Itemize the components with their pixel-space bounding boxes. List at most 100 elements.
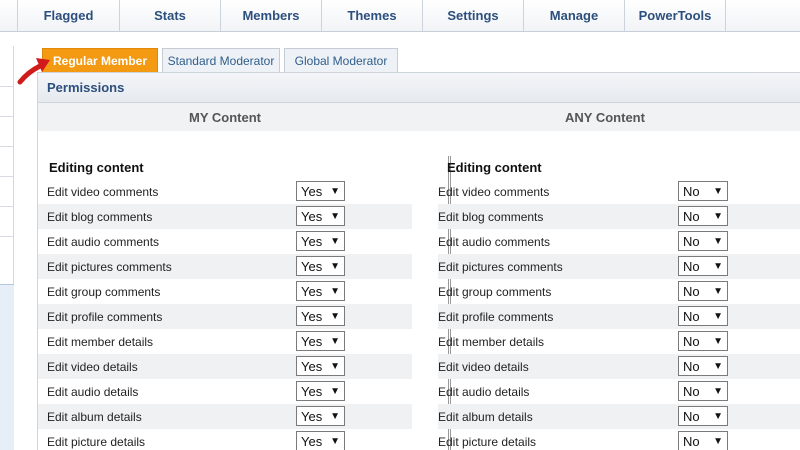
any-permission-row: Edit audio comments No ▼ <box>438 229 800 254</box>
chevron-down-icon: ▼ <box>713 261 723 272</box>
top-navigation: Flagged Stats Members Themes Settings Ma… <box>0 0 800 32</box>
nav-stats[interactable]: Stats <box>120 0 221 31</box>
my-permission-select[interactable]: Yes ▼ <box>296 231 345 251</box>
chevron-down-icon: ▼ <box>330 236 340 247</box>
my-permission-select[interactable]: Yes ▼ <box>296 306 345 326</box>
any-permission-row: Edit video details No ▼ <box>438 354 800 379</box>
select-value: Yes <box>301 433 323 449</box>
any-permission-row: Edit blog comments No ▼ <box>438 204 800 229</box>
permission-label: Edit audio comments <box>438 234 551 249</box>
permission-label: Edit blog comments <box>47 209 153 224</box>
chevron-down-icon: ▼ <box>713 286 723 297</box>
my-content-title: MY Content <box>189 109 261 125</box>
select-value: Yes <box>301 233 323 249</box>
permission-label: Edit video comments <box>438 184 550 199</box>
my-permission-row: Edit member details Yes ▼ <box>38 329 412 354</box>
any-permission-select[interactable]: No ▼ <box>678 281 728 301</box>
permission-label: Edit album details <box>438 409 533 424</box>
chevron-down-icon: ▼ <box>713 311 723 322</box>
select-value: Yes <box>301 308 323 324</box>
chevron-down-icon: ▼ <box>330 361 340 372</box>
permission-label: Edit group comments <box>47 284 161 299</box>
my-permission-row: Edit picture details Yes ▼ <box>38 429 412 450</box>
chevron-down-icon: ▼ <box>713 211 723 222</box>
permission-label: Edit profile comments <box>438 309 554 324</box>
any-permission-select[interactable]: No ▼ <box>678 181 728 201</box>
chevron-down-icon: ▼ <box>713 386 723 397</box>
permission-label: Edit member details <box>438 334 545 349</box>
my-permission-select[interactable]: Yes ▼ <box>296 381 345 401</box>
any-permission-row: Edit audio details No ▼ <box>438 379 800 404</box>
sidebar-divider <box>0 236 14 237</box>
permission-label: Edit audio comments <box>47 234 160 249</box>
permission-label: Edit pictures comments <box>47 259 172 274</box>
permission-label: Edit member details <box>47 334 154 349</box>
select-value: No <box>683 208 700 224</box>
chevron-down-icon: ▼ <box>713 411 723 422</box>
my-permission-select[interactable]: Yes ▼ <box>296 431 345 450</box>
permission-label: Edit picture details <box>438 434 537 449</box>
select-value: No <box>683 383 700 399</box>
nav-flagged[interactable]: Flagged <box>17 0 120 31</box>
any-permission-row: Edit profile comments No ▼ <box>438 304 800 329</box>
permissions-panel: Permissions MY Content ANY Content Editi… <box>37 72 800 450</box>
chevron-down-icon: ▼ <box>713 436 723 447</box>
my-permission-select[interactable]: Yes ▼ <box>296 406 345 426</box>
permission-label: Edit audio details <box>47 384 139 399</box>
any-permission-select[interactable]: No ▼ <box>678 256 728 276</box>
my-permission-select[interactable]: Yes ▼ <box>296 181 345 201</box>
permission-label: Edit blog comments <box>438 209 544 224</box>
nav-members[interactable]: Members <box>221 0 322 31</box>
select-value: Yes <box>301 333 323 349</box>
sidebar-divider <box>0 176 14 177</box>
select-value: No <box>683 183 700 199</box>
any-permission-select[interactable]: No ▼ <box>678 206 728 226</box>
nav-manage[interactable]: Manage <box>524 0 625 31</box>
permission-label: Edit video details <box>438 359 529 374</box>
sidebar-active-item[interactable] <box>0 284 14 450</box>
any-section-title: Editing content <box>447 160 542 175</box>
select-value: Yes <box>301 383 323 399</box>
any-permission-select[interactable]: No ▼ <box>678 381 728 401</box>
permission-label: Edit group comments <box>438 284 552 299</box>
any-permission-select[interactable]: No ▼ <box>678 406 728 426</box>
permission-label: Edit video comments <box>47 184 159 199</box>
any-permission-row: Edit group comments No ▼ <box>438 279 800 304</box>
any-permission-select[interactable]: No ▼ <box>678 306 728 326</box>
permission-label: Edit pictures comments <box>438 259 563 274</box>
my-permission-select[interactable]: Yes ▼ <box>296 356 345 376</box>
select-value: Yes <box>301 183 323 199</box>
select-value: No <box>683 433 700 449</box>
my-permission-select[interactable]: Yes ▼ <box>296 256 345 276</box>
my-permission-row: Edit pictures comments Yes ▼ <box>38 254 412 279</box>
any-permission-select[interactable]: No ▼ <box>678 431 728 450</box>
my-section-title: Editing content <box>49 160 144 175</box>
my-permission-select[interactable]: Yes ▼ <box>296 331 345 351</box>
chevron-down-icon: ▼ <box>330 286 340 297</box>
my-permission-row: Edit audio details Yes ▼ <box>38 379 412 404</box>
any-permission-select[interactable]: No ▼ <box>678 231 728 251</box>
any-permission-row: Edit album details No ▼ <box>438 404 800 429</box>
chevron-down-icon: ▼ <box>713 186 723 197</box>
tab-standard-moderator[interactable]: Standard Moderator <box>162 48 280 72</box>
my-permission-row: Edit album details Yes ▼ <box>38 404 412 429</box>
my-permission-row: Edit group comments Yes ▼ <box>38 279 412 304</box>
select-value: Yes <box>301 283 323 299</box>
select-value: No <box>683 333 700 349</box>
nav-themes[interactable]: Themes <box>322 0 423 31</box>
chevron-down-icon: ▼ <box>330 211 340 222</box>
nav-settings[interactable]: Settings <box>423 0 524 31</box>
my-permission-select[interactable]: Yes ▼ <box>296 206 345 226</box>
sidebar-divider <box>0 146 14 147</box>
any-permission-row: Edit picture details No ▼ <box>438 429 800 450</box>
any-permission-select[interactable]: No ▼ <box>678 331 728 351</box>
tab-global-moderator[interactable]: Global Moderator <box>284 48 398 72</box>
my-permission-select[interactable]: Yes ▼ <box>296 281 345 301</box>
nav-powertools[interactable]: PowerTools <box>625 0 726 31</box>
tab-regular-member[interactable]: Regular Member <box>42 48 158 72</box>
any-permission-row: Edit video comments No ▼ <box>438 179 800 204</box>
any-permission-select[interactable]: No ▼ <box>678 356 728 376</box>
chevron-down-icon: ▼ <box>330 411 340 422</box>
select-value: No <box>683 233 700 249</box>
select-value: No <box>683 358 700 374</box>
